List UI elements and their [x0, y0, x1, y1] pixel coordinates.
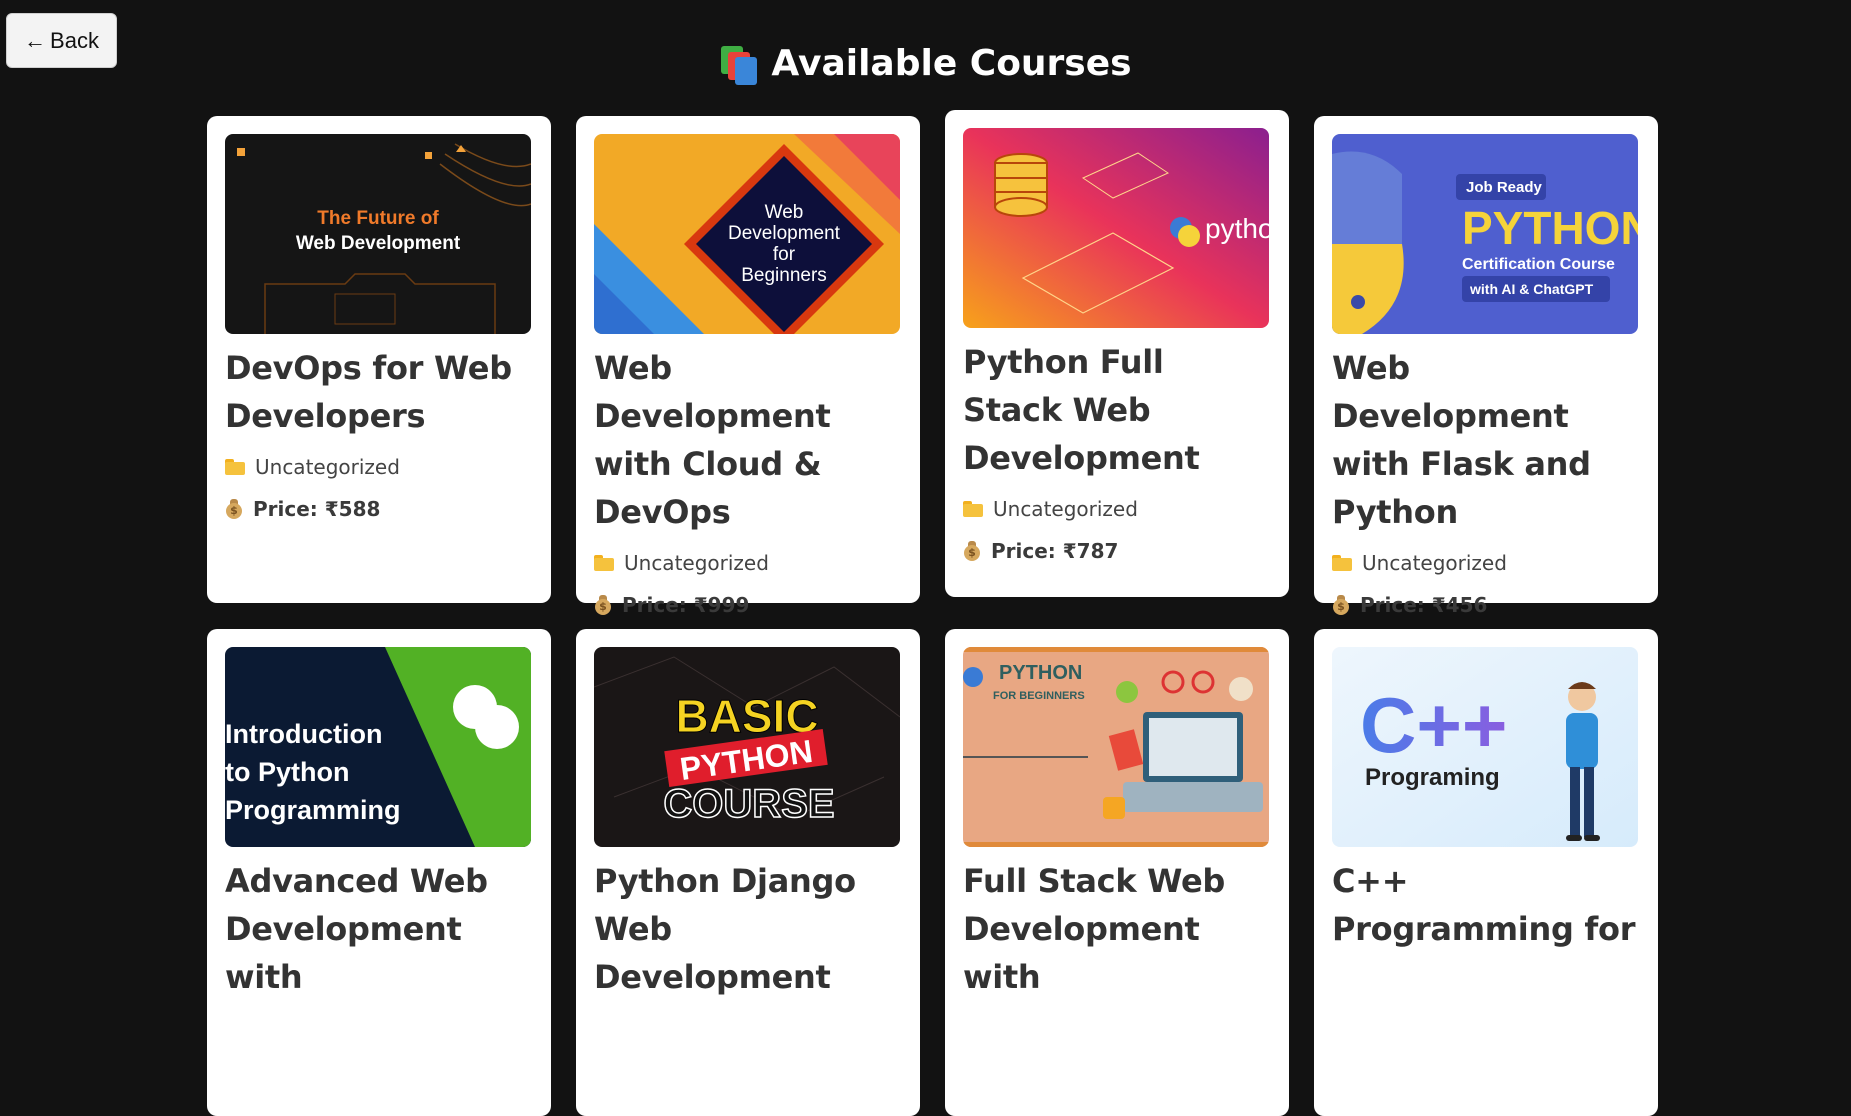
course-category: Uncategorized	[1332, 550, 1640, 576]
course-title[interactable]: Advanced Web Development with	[225, 857, 533, 1001]
course-category: Uncategorized	[225, 454, 533, 480]
thumbnail-text: Web Development	[296, 233, 461, 254]
svg-text:COURSE: COURSE	[663, 782, 834, 826]
svg-text:PYTHON: PYTHON	[1462, 202, 1638, 254]
category-label: Uncategorized	[993, 497, 1138, 521]
svg-text:Programing: Programing	[1365, 764, 1500, 791]
money-bag-icon	[963, 541, 981, 561]
category-label: Uncategorized	[624, 551, 769, 575]
folder-icon	[963, 501, 983, 517]
svg-text:Web: Web	[765, 202, 804, 223]
svg-text:Introduction: Introduction	[225, 719, 382, 749]
course-price: Price: ₹787	[963, 538, 1271, 564]
course-thumbnail: Web Development for Beginners	[594, 134, 900, 334]
category-label: Uncategorized	[1362, 551, 1507, 575]
course-thumbnail: BASIC PYTHON COURSE	[594, 647, 900, 847]
course-title[interactable]: DevOps for Web Developers	[225, 344, 533, 440]
money-bag-icon	[225, 499, 243, 519]
folder-icon	[225, 459, 245, 475]
course-card[interactable]: Web Development for Beginners Web Develo…	[576, 116, 920, 617]
money-bag-icon	[1332, 595, 1350, 615]
course-title[interactable]: Web Development with Cloud & DevOps	[594, 344, 902, 536]
page-title: Available Courses	[771, 43, 1132, 84]
page-header: Available Courses	[0, 36, 1851, 92]
course-title[interactable]: C++ Programming for	[1332, 857, 1640, 953]
course-thumbnail: python	[963, 128, 1269, 328]
course-card[interactable]: The Future of Web Development DevOps for…	[207, 116, 551, 603]
category-label: Uncategorized	[255, 455, 400, 479]
course-category: Uncategorized	[594, 550, 902, 576]
course-grid: The Future of Web Development DevOps for…	[207, 110, 1658, 1116]
svg-text:PYTHON: PYTHON	[999, 662, 1082, 684]
course-price: Price: ₹999	[594, 592, 902, 618]
course-thumbnail: PYTHON FOR BEGINNERS	[963, 647, 1269, 847]
course-category: Uncategorized	[963, 496, 1271, 522]
svg-text:with AI & ChatGPT: with AI & ChatGPT	[1469, 281, 1594, 297]
course-thumbnail: The Future of Web Development	[225, 134, 531, 334]
svg-text:C++: C++	[1360, 681, 1507, 769]
folder-icon	[594, 555, 614, 571]
course-card[interactable]: PYTHON FOR BEGINNERS Full Stack Web Deve…	[945, 629, 1289, 1116]
course-title[interactable]: Web Development with Flask and Python	[1332, 344, 1640, 536]
price-label: Price: ₹999	[622, 593, 750, 617]
svg-text:Certification Course: Certification Course	[1462, 256, 1615, 273]
price-label: Price: ₹588	[253, 497, 381, 521]
thumbnail-text: The Future of	[317, 208, 439, 229]
svg-text:Programming: Programming	[225, 795, 401, 825]
folder-icon	[1332, 555, 1352, 571]
course-card[interactable]: Introduction to Python Programming Advan…	[207, 629, 551, 1116]
course-thumbnail: Job Ready PYTHON Certification Course wi…	[1332, 134, 1638, 334]
course-card[interactable]: C++ Programing C++ Programming for	[1314, 629, 1658, 1116]
svg-text:python: python	[1205, 213, 1269, 244]
svg-text:FOR BEGINNERS: FOR BEGINNERS	[993, 690, 1085, 702]
course-price: Price: ₹588	[225, 496, 533, 522]
course-card[interactable]: BASIC PYTHON COURSE Python Django Web De…	[576, 629, 920, 1116]
course-thumbnail: Introduction to Python Programming	[225, 647, 531, 847]
price-label: Price: ₹456	[1360, 593, 1488, 617]
course-card[interactable]: Job Ready PYTHON Certification Course wi…	[1314, 116, 1658, 617]
course-thumbnail: C++ Programing	[1332, 647, 1638, 847]
svg-text:to Python: to Python	[225, 757, 349, 787]
svg-text:Beginners: Beginners	[741, 265, 827, 286]
money-bag-icon	[594, 595, 612, 615]
books-icon	[719, 44, 758, 85]
course-card[interactable]: python Python Full Stack Web Development…	[945, 110, 1289, 597]
price-label: Price: ₹787	[991, 539, 1119, 563]
svg-text:Job Ready: Job Ready	[1466, 179, 1543, 196]
svg-text:Development: Development	[728, 223, 841, 244]
course-title[interactable]: Python Django Web Development	[594, 857, 902, 1001]
course-title[interactable]: Python Full Stack Web Development	[963, 338, 1271, 482]
course-title[interactable]: Full Stack Web Development with	[963, 857, 1271, 1001]
course-price: Price: ₹456	[1332, 592, 1640, 618]
svg-text:for: for	[773, 244, 796, 265]
